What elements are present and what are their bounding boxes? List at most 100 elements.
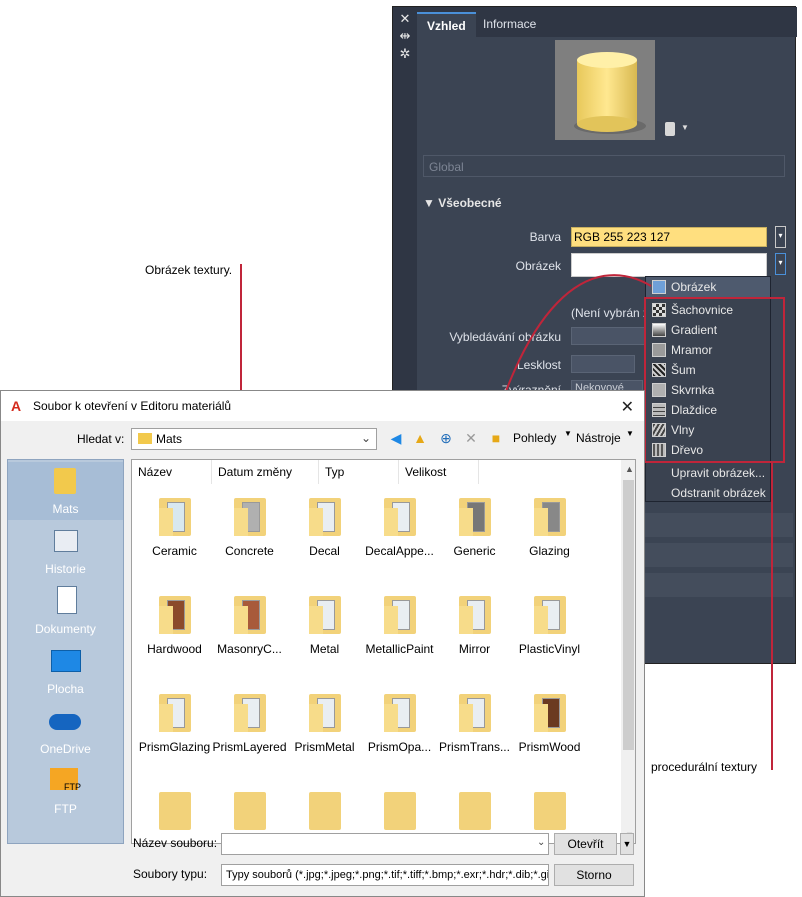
folder-icon (459, 788, 491, 830)
file-item[interactable]: MasonryC... (212, 590, 287, 680)
column-date-modified[interactable]: Datum změny (212, 460, 319, 484)
file-label: PrismGlazing (138, 740, 211, 754)
place-documents[interactable]: Dokumenty (8, 582, 123, 640)
file-item[interactable]: Mirror (437, 590, 512, 680)
delete-icon[interactable]: ✕ (462, 429, 480, 447)
folder-icon (384, 494, 416, 536)
folder-icon (309, 690, 341, 732)
history-icon (48, 524, 82, 556)
folder-icon (459, 592, 491, 634)
dialog-titlebar: A Soubor k otevření v Editoru materiálů … (1, 391, 644, 421)
file-item[interactable]: DecalAppe... (362, 492, 437, 582)
file-label: Concrete (225, 544, 274, 558)
file-item[interactable]: Glazing (512, 492, 587, 582)
folder-icon (234, 592, 266, 634)
chevron-down-icon: ⌄ (537, 837, 546, 848)
place-desktop[interactable]: Plocha (8, 642, 123, 700)
file-item[interactable]: PrismLayered (212, 688, 287, 778)
file-label: Decal (309, 544, 340, 558)
file-item[interactable]: MetallicPaint (362, 590, 437, 680)
place-mats[interactable]: Mats (8, 462, 123, 520)
file-label: MetallicPaint (365, 642, 434, 656)
file-item[interactable]: Hardwood (137, 590, 212, 680)
web-search-icon[interactable]: ⊕ (437, 429, 455, 447)
file-item[interactable]: PrismTrans... (437, 688, 512, 778)
file-label: Glazing (529, 544, 570, 558)
new-folder-icon[interactable]: ■ (487, 429, 505, 447)
open-file-dialog: A Soubor k otevření v Editoru materiálů … (0, 390, 645, 897)
folder-icon (138, 433, 152, 444)
column-size[interactable]: Velikost (399, 460, 479, 484)
folder-icon (309, 494, 341, 536)
close-icon[interactable]: ✕ (621, 397, 634, 417)
file-item[interactable]: Decal (287, 492, 362, 582)
file-label: Metal (309, 642, 340, 656)
chevron-down-icon: ▼ (626, 429, 634, 438)
annotation-line (771, 462, 773, 770)
folder-icon (384, 788, 416, 830)
place-onedrive[interactable]: OneDrive (8, 702, 123, 760)
file-label: PrismMetal (294, 740, 355, 754)
file-item[interactable]: Ceramic (137, 492, 212, 582)
cloud-icon (48, 704, 82, 736)
folder-icon (234, 690, 266, 732)
texture-image-annotation: Obrázek textury. (145, 263, 233, 277)
file-item[interactable]: PlasticVinyl (512, 590, 587, 680)
place-ftp[interactable]: FTP FTP (8, 762, 123, 820)
file-item[interactable]: PrismWood (512, 688, 587, 778)
annotation-line (240, 264, 242, 396)
folder-icon (309, 592, 341, 634)
file-item[interactable]: PrismMetal (287, 688, 362, 778)
up-folder-icon[interactable]: ▲ (411, 429, 429, 447)
chevron-down-icon: ⌄ (360, 431, 371, 445)
folder-icon (48, 464, 82, 496)
cancel-button[interactable]: Storno (554, 864, 634, 886)
scrollbar-thumb[interactable] (623, 480, 634, 750)
column-name[interactable]: Název (132, 460, 212, 484)
desktop-icon (48, 644, 82, 676)
file-type-select[interactable]: Typy souborů (*.jpg;*.jpeg;*.png;*.tif;*… (221, 864, 549, 886)
file-item[interactable]: Metal (287, 590, 362, 680)
file-label: PrismOpa... (367, 740, 432, 754)
column-type[interactable]: Typ (319, 460, 399, 484)
look-in-select[interactable]: Mats ⌄ (131, 428, 377, 450)
file-label: Mirror (458, 642, 491, 656)
folder-icon (459, 690, 491, 732)
folder-icon (459, 494, 491, 536)
tools-menu[interactable]: Nástroje (576, 431, 621, 445)
file-label: PrismTrans... (439, 740, 510, 754)
autocad-logo-icon: A (11, 398, 22, 414)
file-name-label: Název souboru: (133, 836, 218, 850)
back-icon[interactable]: ◀ (387, 429, 405, 447)
open-options-button[interactable]: ▼ (620, 833, 634, 855)
file-label: Generic (453, 544, 496, 558)
folder-icon (159, 592, 191, 634)
file-item[interactable]: Concrete (212, 492, 287, 582)
file-label: Ceramic (152, 544, 197, 558)
file-item[interactable]: PrismOpa... (362, 688, 437, 778)
scroll-up-icon[interactable]: ▲ (625, 464, 634, 474)
places-bar: Mats Historie Dokumenty Plocha OneDrive … (7, 459, 124, 844)
file-label: PlasticVinyl (518, 642, 581, 656)
file-item[interactable]: PrismGlazing (137, 688, 212, 778)
folder-icon (534, 494, 566, 536)
folder-icon (534, 788, 566, 830)
place-history[interactable]: Historie (8, 522, 123, 580)
look-in-label: Hledat v: (77, 432, 125, 446)
look-in-value: Mats (156, 432, 183, 446)
file-item[interactable]: Generic (437, 492, 512, 582)
file-type-label: Soubory typu: (133, 867, 208, 881)
folder-icon (534, 592, 566, 634)
views-menu[interactable]: Pohledy (513, 431, 556, 445)
procedural-textures-annotation: procedurální textury (651, 760, 758, 774)
document-icon (48, 584, 82, 616)
folder-icon (384, 592, 416, 634)
open-button[interactable]: Otevřít (554, 833, 617, 855)
file-label: DecalAppe... (365, 544, 434, 558)
dialog-title: Soubor k otevření v Editoru materiálů (33, 399, 232, 413)
folder-icon (159, 690, 191, 732)
file-name-input[interactable] (221, 833, 549, 855)
folder-icon (234, 788, 266, 830)
folder-icon (234, 494, 266, 536)
folder-icon (384, 690, 416, 732)
